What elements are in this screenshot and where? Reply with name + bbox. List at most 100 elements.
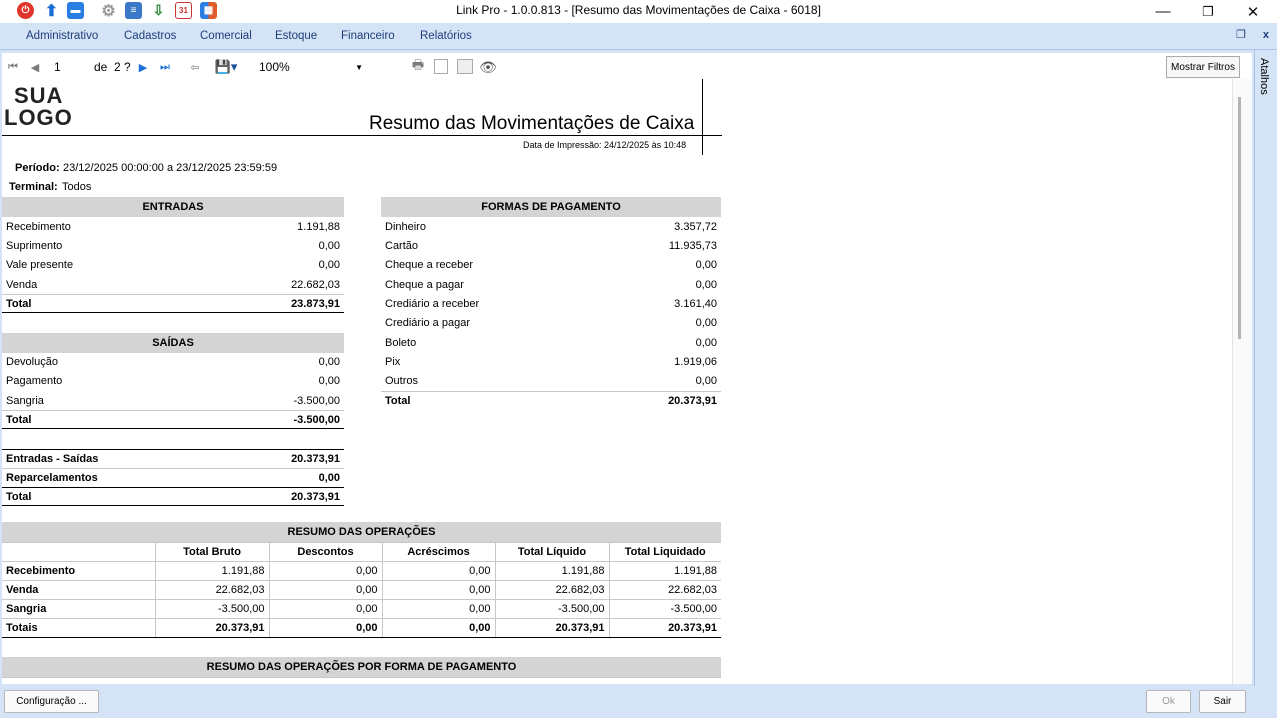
- row-label: Cheque a receber: [385, 258, 474, 271]
- total-label: Total: [385, 395, 411, 407]
- terminal-label: Terminal:: [9, 181, 58, 193]
- prev-page-icon[interactable]: ◀: [28, 59, 42, 75]
- save-icon[interactable]: 💾▾: [214, 59, 238, 75]
- table-cell: Recebimento: [2, 561, 156, 581]
- row-label: Pix: [385, 355, 401, 368]
- table-total-row: Totais 20.373,91 0,00 0,00 20.373,91 20.…: [2, 618, 721, 638]
- company-logo: SUA LOGO: [4, 85, 73, 129]
- menu-bar: Administrativo Cadastros Comercial Estoq…: [0, 23, 1277, 50]
- menu-financeiro[interactable]: Financeiro: [341, 30, 395, 42]
- table-cell: Sangria: [2, 599, 156, 619]
- summary-label: Total: [6, 490, 32, 503]
- next-page-icon[interactable]: ▶: [136, 59, 150, 75]
- download-icon[interactable]: ⇩: [150, 2, 167, 19]
- table-cell: 0,00: [381, 580, 496, 600]
- operacoes-header: RESUMO DAS OPERAÇÕES: [2, 522, 721, 542]
- table-cell: Totais: [2, 618, 156, 638]
- side-panel: Atalhos: [1254, 50, 1277, 718]
- row-label: Cartão: [385, 239, 419, 252]
- minus-icon[interactable]: ▬: [67, 2, 84, 19]
- formas-row: Pix 1.919,06: [381, 352, 721, 371]
- row-label: Sangria: [6, 394, 44, 407]
- viewer-toolbar: ⏮ ◀ de 2 ? ▶ ⏭ ⇦ 💾▾ 100% ▼ 🖶 👁 Mostrar F…: [2, 53, 1252, 81]
- column-header: Total Bruto: [154, 542, 270, 562]
- summary-value: 20.373,91: [291, 453, 340, 465]
- zoom-select[interactable]: 100% ▼: [259, 58, 367, 76]
- column-header: Descontos: [268, 542, 383, 562]
- table-cell: 0,00: [381, 599, 496, 619]
- formas-row: Cheque a pagar 0,00: [381, 275, 721, 294]
- saidas-row: Sangria -3.500,00: [2, 391, 344, 410]
- total-value: 23.873,91: [291, 297, 340, 310]
- summary-entradas-saidas: Entradas - Saídas 20.373,91: [2, 449, 344, 468]
- entradas-header: ENTRADAS: [2, 197, 344, 217]
- row-value: 1.919,06: [674, 355, 717, 368]
- table-row: Recebimento 1.191,88 0,00 0,00 1.191,88 …: [2, 561, 721, 581]
- table-cell: 0,00: [268, 580, 383, 600]
- summary-value: 20.373,91: [291, 490, 340, 503]
- table-cell: 22.682,03: [608, 580, 721, 600]
- table-cell: 0,00: [381, 561, 496, 581]
- row-value: 1.191,88: [297, 220, 340, 233]
- table-cell: 0,00: [381, 618, 496, 638]
- calendar-icon[interactable]: 31: [175, 2, 192, 19]
- row-value: 3.357,72: [674, 220, 717, 233]
- close-icon[interactable]: ✕: [1230, 0, 1276, 23]
- print-date: Data de Impressão: 24/12/2025 às 10:48: [523, 140, 687, 150]
- show-filters-button[interactable]: Mostrar Filtros: [1166, 56, 1240, 78]
- total-label: Total: [6, 413, 32, 426]
- power-icon[interactable]: ⏻: [17, 2, 34, 19]
- ok-button[interactable]: Ok: [1146, 690, 1191, 713]
- report-title: Resumo das Movimentações de Caixa: [369, 113, 695, 134]
- entradas-row: Suprimento 0,00: [2, 236, 344, 255]
- page-number-input[interactable]: [54, 58, 92, 76]
- row-label: Pagamento: [6, 374, 63, 387]
- atalhos-tab[interactable]: Atalhos: [1258, 58, 1270, 95]
- arrow-up-icon[interactable]: ⬆: [43, 2, 60, 20]
- formas-row: Boleto 0,00: [381, 333, 721, 352]
- restore-icon[interactable]: ❐: [1185, 0, 1231, 23]
- first-page-icon[interactable]: ⏮: [6, 59, 20, 75]
- page-total-label: 2 ?: [114, 60, 131, 74]
- row-value: 0,00: [695, 374, 717, 387]
- exit-button[interactable]: Sair: [1199, 690, 1246, 713]
- column-header: Total Liquidado: [608, 542, 721, 562]
- back-icon[interactable]: ⇦: [188, 59, 202, 75]
- table-cell: 20.373,91: [154, 618, 270, 638]
- total-value: -3.500,00: [293, 413, 340, 426]
- minimize-icon[interactable]: —: [1140, 0, 1186, 23]
- gear-icon[interactable]: ⚙: [100, 2, 117, 20]
- total-label: Total: [6, 297, 32, 310]
- row-label: Dinheiro: [385, 220, 426, 233]
- period-label: Período:: [15, 162, 60, 174]
- mdi-close-icon[interactable]: x: [1263, 29, 1269, 41]
- scrollbar-thumb[interactable]: [1238, 97, 1241, 339]
- config-button[interactable]: Configuração ...: [4, 690, 99, 713]
- document-icon[interactable]: ≡: [125, 2, 142, 19]
- header-divider: [702, 79, 703, 155]
- table-cell: 0,00: [268, 618, 383, 638]
- row-label: Recebimento: [6, 220, 71, 233]
- saidas-total: Total -3.500,00: [2, 410, 344, 429]
- row-value: 0,00: [695, 336, 717, 349]
- table-cell: 1.191,88: [608, 561, 721, 581]
- menu-comercial[interactable]: Comercial: [200, 30, 252, 42]
- mdi-controls: ❐ x: [1236, 28, 1269, 41]
- vertical-scrollbar[interactable]: [1232, 79, 1252, 684]
- table-cell: 20.373,91: [494, 618, 610, 638]
- row-value: -3.500,00: [293, 394, 340, 407]
- menu-estoque[interactable]: Estoque: [275, 30, 317, 42]
- last-page-icon[interactable]: ⏭: [158, 59, 172, 75]
- eye-icon[interactable]: 👁: [479, 59, 497, 75]
- print-icon[interactable]: 🖶: [410, 57, 426, 75]
- menu-cadastros[interactable]: Cadastros: [124, 30, 176, 42]
- page-layout-icon[interactable]: [434, 59, 448, 74]
- column-header: Total Líquido: [494, 542, 610, 562]
- page-setup-icon[interactable]: [457, 59, 473, 74]
- apps-icon[interactable]: ▦: [200, 2, 217, 19]
- table-header-row: Total Bruto Descontos Acréscimos Total L…: [2, 542, 721, 562]
- mdi-restore-icon[interactable]: ❐: [1236, 29, 1246, 41]
- menu-relatorios[interactable]: Relatórios: [420, 30, 472, 42]
- menu-administrativo[interactable]: Administrativo: [26, 30, 98, 42]
- row-value: 22.682,03: [291, 278, 340, 291]
